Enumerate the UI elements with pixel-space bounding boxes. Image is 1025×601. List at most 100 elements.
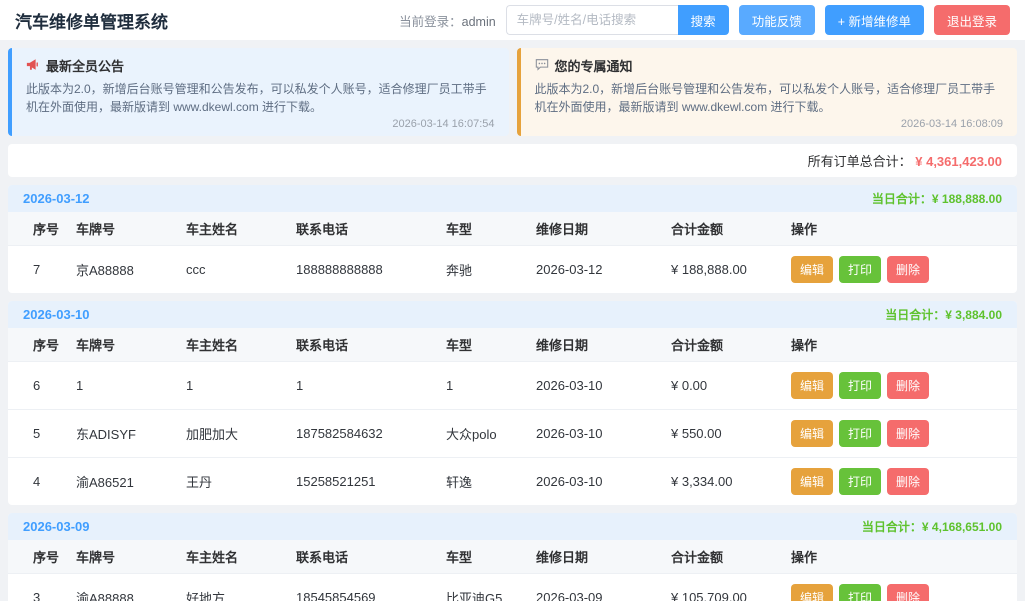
cell-phone: 18545854569: [288, 573, 438, 601]
delete-button[interactable]: 删除: [887, 468, 930, 495]
orders-table: 序号 车牌号 车主姓名 联系电话 车型 维修日期 合计金额 操作 7 京A888…: [8, 212, 1017, 293]
col-plate: 车牌号: [68, 540, 178, 574]
table-row: 6 1 1 1 1 2026-03-10 ¥ 0.00 编辑 打印 删除: [8, 361, 1017, 410]
personal-notice: 您的专属通知 此版本为2.0，新增后台账号管理和公告发布，可以私发个人账号，适合…: [516, 48, 1017, 136]
cell-seq: 7: [8, 245, 68, 293]
col-plate: 车牌号: [68, 328, 178, 362]
print-button[interactable]: 打印: [839, 372, 882, 399]
cell-owner: ccc: [178, 245, 288, 293]
announcement-title: 最新全员公告: [46, 59, 125, 74]
edit-button[interactable]: 编辑: [791, 256, 834, 283]
daily-total-amount: ¥ 3,884.00: [945, 308, 1002, 322]
notice-row: 最新全员公告 此版本为2.0，新增后台账号管理和公告发布，可以私发个人账号，适合…: [8, 48, 1017, 136]
table-header-row: 序号 车牌号 车主姓名 联系电话 车型 维修日期 合计金额 操作: [8, 212, 1017, 246]
col-model: 车型: [438, 212, 528, 246]
cell-phone: 1: [288, 361, 438, 410]
cell-date: 2026-03-10: [528, 457, 663, 505]
col-owner: 车主姓名: [178, 540, 288, 574]
cell-seq: 6: [8, 361, 68, 410]
cell-plate: 渝A86521: [68, 457, 178, 505]
cell-actions: 编辑 打印 删除: [783, 245, 1017, 293]
edit-button[interactable]: 编辑: [791, 420, 834, 447]
grand-total-bar: 所有订单总合计： ¥ 4,361,423.00: [8, 144, 1017, 177]
cell-date: 2026-03-12: [528, 245, 663, 293]
top-header: 汽车维修单管理系统 当前登录：admin 搜索 功能反馈 + 新增维修单 退出登…: [0, 0, 1025, 40]
col-plate: 车牌号: [68, 212, 178, 246]
section-date: 2026-03-10: [23, 307, 90, 322]
col-date: 维修日期: [528, 212, 663, 246]
cell-actions: 编辑 打印 删除: [783, 573, 1017, 601]
cell-plate: 京A88888: [68, 245, 178, 293]
cell-date: 2026-03-10: [528, 409, 663, 458]
cell-model: 奔驰: [438, 245, 528, 293]
print-button[interactable]: 打印: [839, 256, 882, 283]
table-header-row: 序号 车牌号 车主姓名 联系电话 车型 维修日期 合计金额 操作: [8, 328, 1017, 362]
search-button[interactable]: 搜索: [677, 5, 729, 35]
edit-button[interactable]: 编辑: [791, 468, 834, 495]
section-date: 2026-03-12: [23, 191, 90, 206]
col-date: 维修日期: [528, 540, 663, 574]
daily-total: 当日合计：¥ 4,168,651.00: [862, 518, 1002, 535]
col-owner: 车主姓名: [178, 328, 288, 362]
delete-button[interactable]: 删除: [887, 584, 930, 601]
delete-button[interactable]: 删除: [887, 372, 930, 399]
col-actions: 操作: [783, 540, 1017, 574]
cell-owner: 王丹: [178, 457, 288, 505]
search-input[interactable]: [505, 5, 678, 35]
page-title: 汽车维修单管理系统: [15, 12, 168, 32]
cell-plate: 1: [68, 361, 178, 410]
col-model: 车型: [438, 540, 528, 574]
cell-date: 2026-03-09: [528, 573, 663, 601]
cell-amount: ¥ 550.00: [663, 409, 783, 458]
daily-total: 当日合计：¥ 188,888.00: [872, 190, 1002, 207]
login-label: 当前登录：: [399, 14, 462, 29]
comment-icon: [535, 58, 549, 74]
col-model: 车型: [438, 328, 528, 362]
header-controls: 当前登录：admin 搜索 功能反馈 + 新增维修单 退出登录: [399, 5, 1010, 35]
table-row: 4 渝A86521 王丹 15258521251 轩逸 2026-03-10 ¥…: [8, 457, 1017, 505]
feedback-button[interactable]: 功能反馈: [738, 5, 815, 35]
date-bar: 2026-03-10 当日合计：¥ 3,884.00: [8, 301, 1017, 328]
daily-total: 当日合计：¥ 3,884.00: [885, 306, 1002, 323]
col-phone: 联系电话: [288, 540, 438, 574]
col-amount: 合计金额: [663, 212, 783, 246]
cell-amount: ¥ 105,709.00: [663, 573, 783, 601]
main-content: 最新全员公告 此版本为2.0，新增后台账号管理和公告发布，可以私发个人账号，适合…: [0, 48, 1025, 601]
col-owner: 车主姓名: [178, 212, 288, 246]
print-button[interactable]: 打印: [839, 584, 882, 601]
personal-notice-header: 您的专属通知: [535, 56, 1004, 75]
col-actions: 操作: [783, 212, 1017, 246]
delete-button[interactable]: 删除: [887, 256, 930, 283]
col-seq: 序号: [8, 328, 68, 362]
col-phone: 联系电话: [288, 328, 438, 362]
cell-actions: 编辑 打印 删除: [783, 457, 1017, 505]
date-bar: 2026-03-09 当日合计：¥ 4,168,651.00: [8, 513, 1017, 540]
daily-total-amount: ¥ 4,168,651.00: [921, 520, 1002, 534]
col-seq: 序号: [8, 540, 68, 574]
announcement-time: 2026-03-14 16:07:54: [392, 118, 495, 130]
table-row: 7 京A88888 ccc 188888888888 奔驰 2026-03-12…: [8, 245, 1017, 293]
col-seq: 序号: [8, 212, 68, 246]
edit-button[interactable]: 编辑: [791, 584, 834, 601]
cell-actions: 编辑 打印 删除: [783, 361, 1017, 410]
table-header-row: 序号 车牌号 车主姓名 联系电话 车型 维修日期 合计金额 操作: [8, 540, 1017, 574]
grand-total-label: 所有订单总合计：: [807, 154, 912, 169]
print-button[interactable]: 打印: [839, 420, 882, 447]
add-repair-order-button[interactable]: + 新增维修单: [824, 5, 924, 35]
logout-button[interactable]: 退出登录: [933, 5, 1010, 35]
cell-phone: 188888888888: [288, 245, 438, 293]
cell-date: 2026-03-10: [528, 361, 663, 410]
announcement-header: 最新全员公告: [26, 56, 495, 75]
edit-button[interactable]: 编辑: [791, 372, 834, 399]
cell-model: 大众polo: [438, 409, 528, 458]
cell-amount: ¥ 0.00: [663, 361, 783, 410]
cell-amount: ¥ 3,334.00: [663, 457, 783, 505]
search-group: 搜索: [505, 5, 729, 35]
grand-total-amount: ¥ 4,361,423.00: [915, 154, 1002, 169]
col-date: 维修日期: [528, 328, 663, 362]
daily-total-amount: ¥ 188,888.00: [931, 192, 1002, 206]
daily-total-label: 当日合计：: [861, 520, 922, 534]
delete-button[interactable]: 删除: [887, 420, 930, 447]
print-button[interactable]: 打印: [839, 468, 882, 495]
cell-owner: 好地方: [178, 573, 288, 601]
